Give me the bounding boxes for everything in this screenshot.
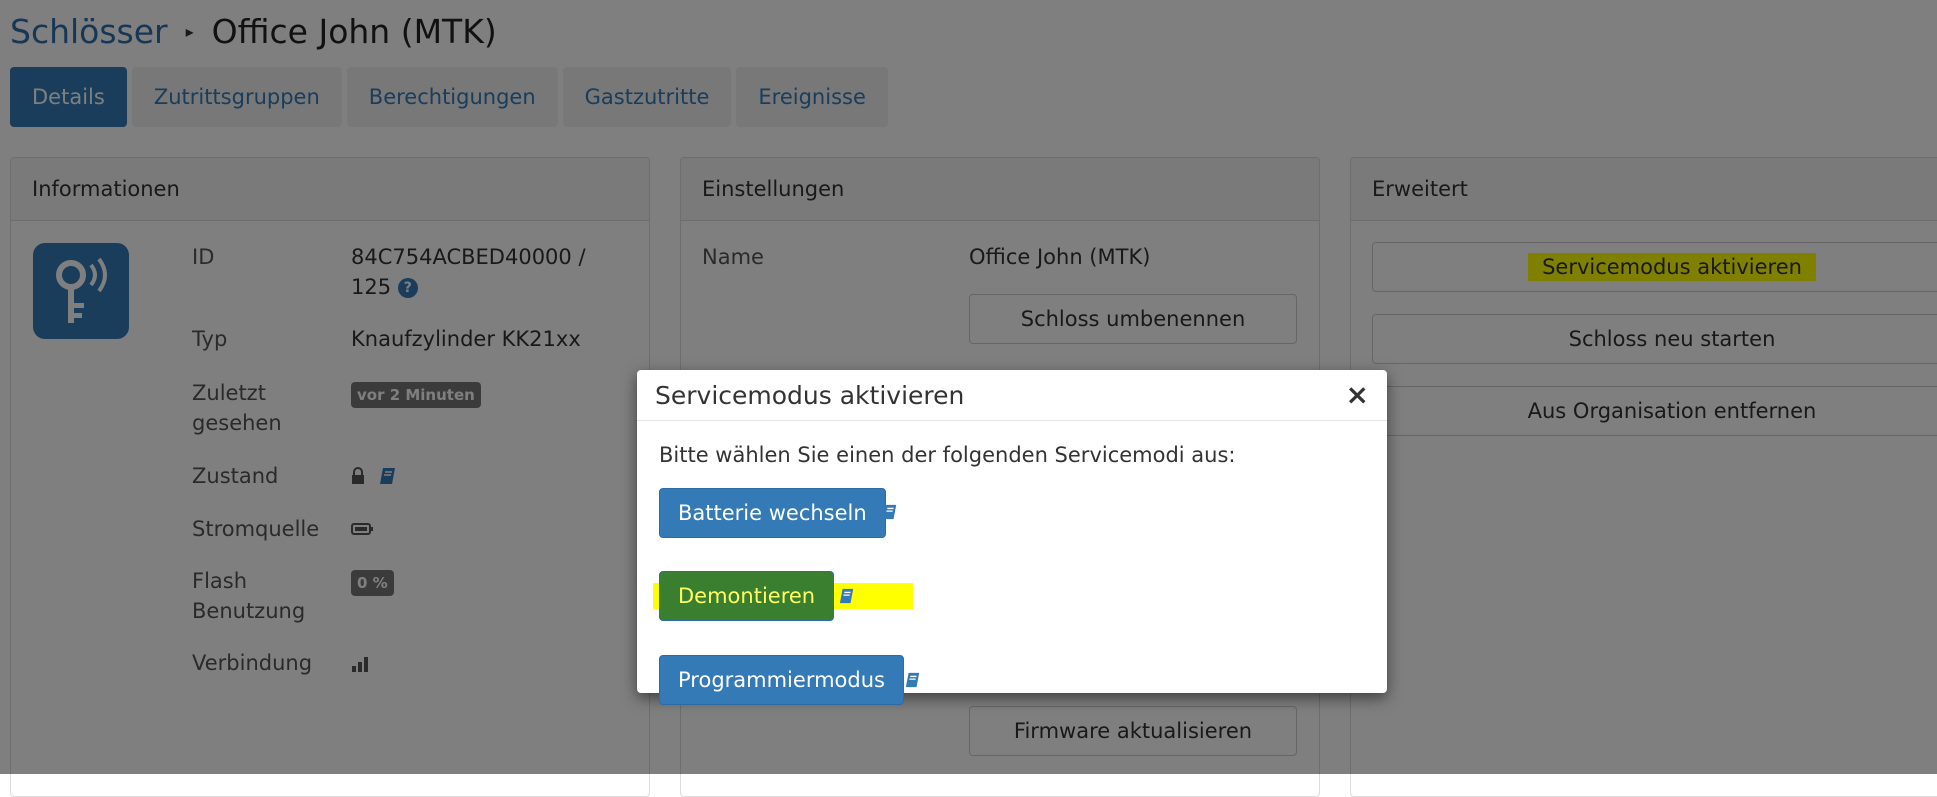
dialog-instruction: Bitte wählen Sie einen der folgenden Ser… xyxy=(659,443,1236,467)
manual-book-icon[interactable] xyxy=(905,671,921,689)
dismount-button[interactable]: Demontieren xyxy=(659,571,835,621)
service-mode-dialog: Servicemodus aktivieren × Bitte wählen S… xyxy=(637,370,1387,705)
dialog-header: Servicemodus aktivieren × xyxy=(637,370,1387,421)
dialog-title: Servicemodus aktivieren xyxy=(655,380,965,410)
page: Schlösser ▸ Office John (MTK) Details Zu… xyxy=(0,0,1937,797)
manual-book-icon[interactable] xyxy=(839,587,855,605)
manual-book-icon[interactable] xyxy=(882,503,898,521)
programming-mode-button[interactable]: Programmiermodus xyxy=(659,655,904,705)
close-icon[interactable]: × xyxy=(1346,381,1369,409)
change-battery-button[interactable]: Batterie wechseln xyxy=(659,488,886,538)
